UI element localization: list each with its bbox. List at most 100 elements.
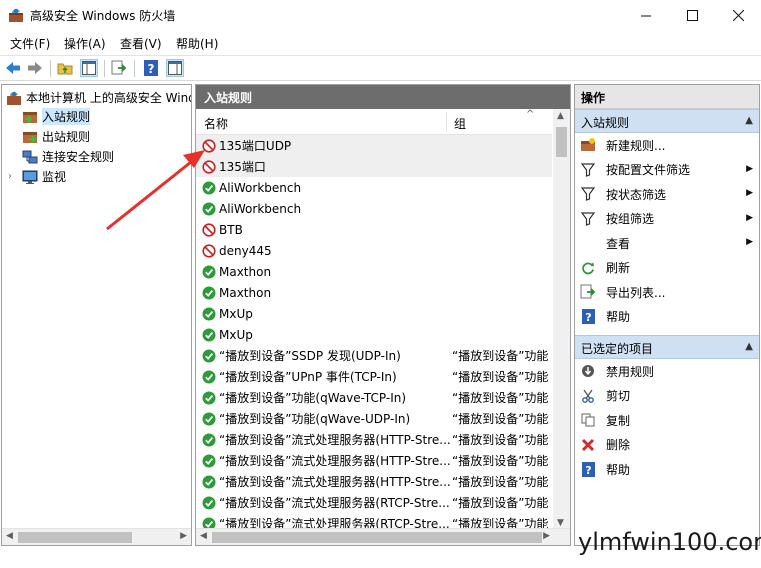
maximize-icon[interactable] bbox=[669, 0, 715, 30]
show-hide-console-tree-icon[interactable] bbox=[80, 59, 98, 77]
expand-chevron-icon[interactable]: › bbox=[8, 171, 18, 182]
action-item[interactable]: 按配置文件筛选 ▶ bbox=[575, 158, 759, 182]
scroll-right-icon[interactable]: ▶ bbox=[180, 531, 187, 541]
filter-icon bbox=[580, 162, 596, 178]
up-folder-icon[interactable] bbox=[56, 59, 74, 77]
watermark-text: ylmfwin100.com bbox=[578, 528, 761, 556]
monitoring-icon bbox=[22, 170, 38, 184]
tree-item-connection-security-rules[interactable]: 连接安全规则 bbox=[22, 147, 114, 166]
allowed-rule-icon bbox=[202, 412, 216, 425]
action-label: 按配置文件筛选 bbox=[606, 163, 691, 177]
allowed-rule-icon bbox=[202, 181, 216, 194]
table-row[interactable]: “播放到设备”功能(qWave-TCP-In) “播放到设备”功能 bbox=[196, 387, 552, 408]
rule-group-cell: “播放到设备”功能 bbox=[452, 349, 549, 363]
rule-name-cell: “播放到设备”UPnP 事件(TCP-In) bbox=[219, 370, 397, 384]
action-item[interactable]: 按组筛选 ▶ bbox=[575, 207, 759, 231]
action-item[interactable]: 复制 bbox=[575, 408, 759, 432]
show-hide-action-pane-icon[interactable] bbox=[166, 59, 184, 77]
table-row[interactable]: “播放到设备”流式处理服务器(RTCP-Stre... “播放到设备”功能 bbox=[196, 492, 552, 513]
table-row[interactable]: “播放到设备”流式处理服务器(HTTP-Stre... “播放到设备”功能 bbox=[196, 429, 552, 450]
table-row[interactable]: AliWorkbench bbox=[196, 198, 552, 219]
action-item[interactable]: 删除 bbox=[575, 433, 759, 457]
export-list-icon[interactable] bbox=[110, 59, 128, 77]
table-row[interactable]: Maxthon bbox=[196, 261, 552, 282]
table-row[interactable]: “播放到设备”流式处理服务器(HTTP-Stre... “播放到设备”功能 bbox=[196, 450, 552, 471]
column-header-group[interactable]: 组 bbox=[454, 115, 466, 132]
delete-icon bbox=[580, 437, 596, 453]
toolbar-separator bbox=[50, 60, 51, 77]
scroll-up-icon[interactable]: ▲ bbox=[557, 111, 564, 121]
rule-group-cell: “播放到设备”功能 bbox=[452, 496, 549, 510]
collapse-icon[interactable]: ▲ bbox=[745, 115, 753, 126]
action-item[interactable]: 按状态筛选 ▶ bbox=[575, 182, 759, 206]
tree-root[interactable]: 本地计算机 上的高级安全 Windows 防火墙 bbox=[6, 88, 191, 107]
actions-section-selected[interactable]: 已选定的项目 ▲ bbox=[575, 335, 759, 359]
column-header-name[interactable]: 名称 bbox=[204, 115, 228, 132]
filter-icon bbox=[580, 211, 596, 227]
horizontal-scrollbar[interactable]: ◀ ▶ bbox=[196, 528, 570, 545]
tree-item-monitoring[interactable]: › 监视 bbox=[8, 167, 66, 186]
help-icon[interactable]: ? bbox=[142, 59, 160, 77]
rule-name-cell: 135端口 bbox=[219, 160, 266, 174]
collapse-icon[interactable]: ▲ bbox=[745, 341, 753, 352]
table-row[interactable]: “播放到设备”功能(qWave-UDP-In) “播放到设备”功能 bbox=[196, 408, 552, 429]
forward-arrow-icon[interactable] bbox=[26, 59, 44, 77]
vertical-scrollbar[interactable]: ▲ ▼ bbox=[553, 109, 570, 530]
tree-item-label: 连接安全规则 bbox=[42, 150, 115, 164]
new-rule-icon bbox=[580, 137, 596, 153]
column-header-row: 名称 组 ^ bbox=[196, 109, 552, 135]
table-row[interactable]: Maxthon bbox=[196, 282, 552, 303]
table-row[interactable]: “播放到设备”SSDP 发现(UDP-In) “播放到设备”功能 bbox=[196, 345, 552, 366]
tree-item-outbound-rules[interactable]: 出站规则 bbox=[22, 127, 90, 146]
action-item[interactable]: ? 帮助 bbox=[575, 305, 759, 329]
table-row[interactable]: 135端口 bbox=[196, 156, 552, 177]
action-item[interactable]: 新建规则... bbox=[575, 133, 759, 157]
table-row[interactable]: “播放到设备”流式处理服务器(HTTP-Stre... “播放到设备”功能 bbox=[196, 471, 552, 492]
minimize-icon[interactable] bbox=[623, 0, 669, 30]
menu-bar: 文件(F) 操作(A) 查看(V) 帮助(H) bbox=[0, 32, 761, 54]
menu-view[interactable]: 查看(V) bbox=[120, 35, 162, 52]
table-row[interactable]: deny445 bbox=[196, 240, 552, 261]
table-row[interactable]: AliWorkbench bbox=[196, 177, 552, 198]
tree-item-inbound-rules[interactable]: 入站规则 bbox=[22, 107, 91, 126]
scroll-thumb[interactable] bbox=[18, 532, 132, 543]
back-arrow-icon[interactable] bbox=[4, 59, 22, 77]
menu-action[interactable]: 操作(A) bbox=[64, 35, 106, 52]
table-row[interactable]: MxUp bbox=[196, 324, 552, 345]
table-row[interactable]: BTB bbox=[196, 219, 552, 240]
scroll-left-icon[interactable]: ◀ bbox=[6, 531, 13, 541]
rule-name-cell: “播放到设备”流式处理服务器(HTTP-Stre... bbox=[219, 475, 451, 489]
action-item[interactable]: 刷新 bbox=[575, 256, 759, 280]
close-icon[interactable] bbox=[715, 0, 761, 30]
menu-file[interactable]: 文件(F) bbox=[10, 35, 50, 52]
table-row[interactable]: MxUp bbox=[196, 303, 552, 324]
rule-name-cell: Maxthon bbox=[219, 264, 272, 279]
action-item[interactable]: 剪切 bbox=[575, 384, 759, 408]
sort-ascending-icon: ^ bbox=[526, 109, 535, 120]
submenu-arrow-icon: ▶ bbox=[746, 188, 753, 198]
action-label: 删除 bbox=[606, 438, 631, 452]
table-row[interactable]: “播放到设备”UPnP 事件(TCP-In) “播放到设备”功能 bbox=[196, 366, 552, 387]
actions-section-inbound[interactable]: 入站规则 ▲ bbox=[575, 109, 759, 133]
menu-help[interactable]: 帮助(H) bbox=[176, 35, 218, 52]
rule-name-cell: “播放到设备”流式处理服务器(RTCP-Stre... bbox=[219, 496, 450, 510]
refresh-icon bbox=[580, 260, 596, 276]
scroll-right-icon[interactable]: ▶ bbox=[543, 531, 550, 541]
action-item[interactable]: 禁用规则 bbox=[575, 359, 759, 383]
rule-name-cell: “播放到设备”流式处理服务器(HTTP-Stre... bbox=[219, 433, 451, 447]
scroll-left-icon[interactable]: ◀ bbox=[200, 531, 207, 541]
column-separator[interactable] bbox=[446, 112, 447, 132]
copy-icon bbox=[580, 412, 596, 428]
action-item[interactable]: 导出列表... bbox=[575, 280, 759, 304]
scroll-thumb[interactable] bbox=[556, 127, 567, 157]
action-item[interactable]: 查看 ▶ bbox=[575, 231, 759, 255]
action-item[interactable]: ? 帮助 bbox=[575, 457, 759, 481]
svg-text:?: ? bbox=[585, 464, 591, 477]
scroll-down-icon[interactable]: ▼ bbox=[557, 518, 564, 528]
rule-group-cell: “播放到设备”功能 bbox=[452, 475, 549, 489]
scroll-thumb[interactable] bbox=[212, 532, 542, 543]
horizontal-scrollbar[interactable]: ◀ ▶ bbox=[2, 528, 191, 545]
table-row[interactable]: 135端口UDP bbox=[196, 135, 552, 156]
rule-group-cell: “播放到设备”功能 bbox=[452, 454, 549, 468]
scissors-icon bbox=[580, 388, 596, 404]
